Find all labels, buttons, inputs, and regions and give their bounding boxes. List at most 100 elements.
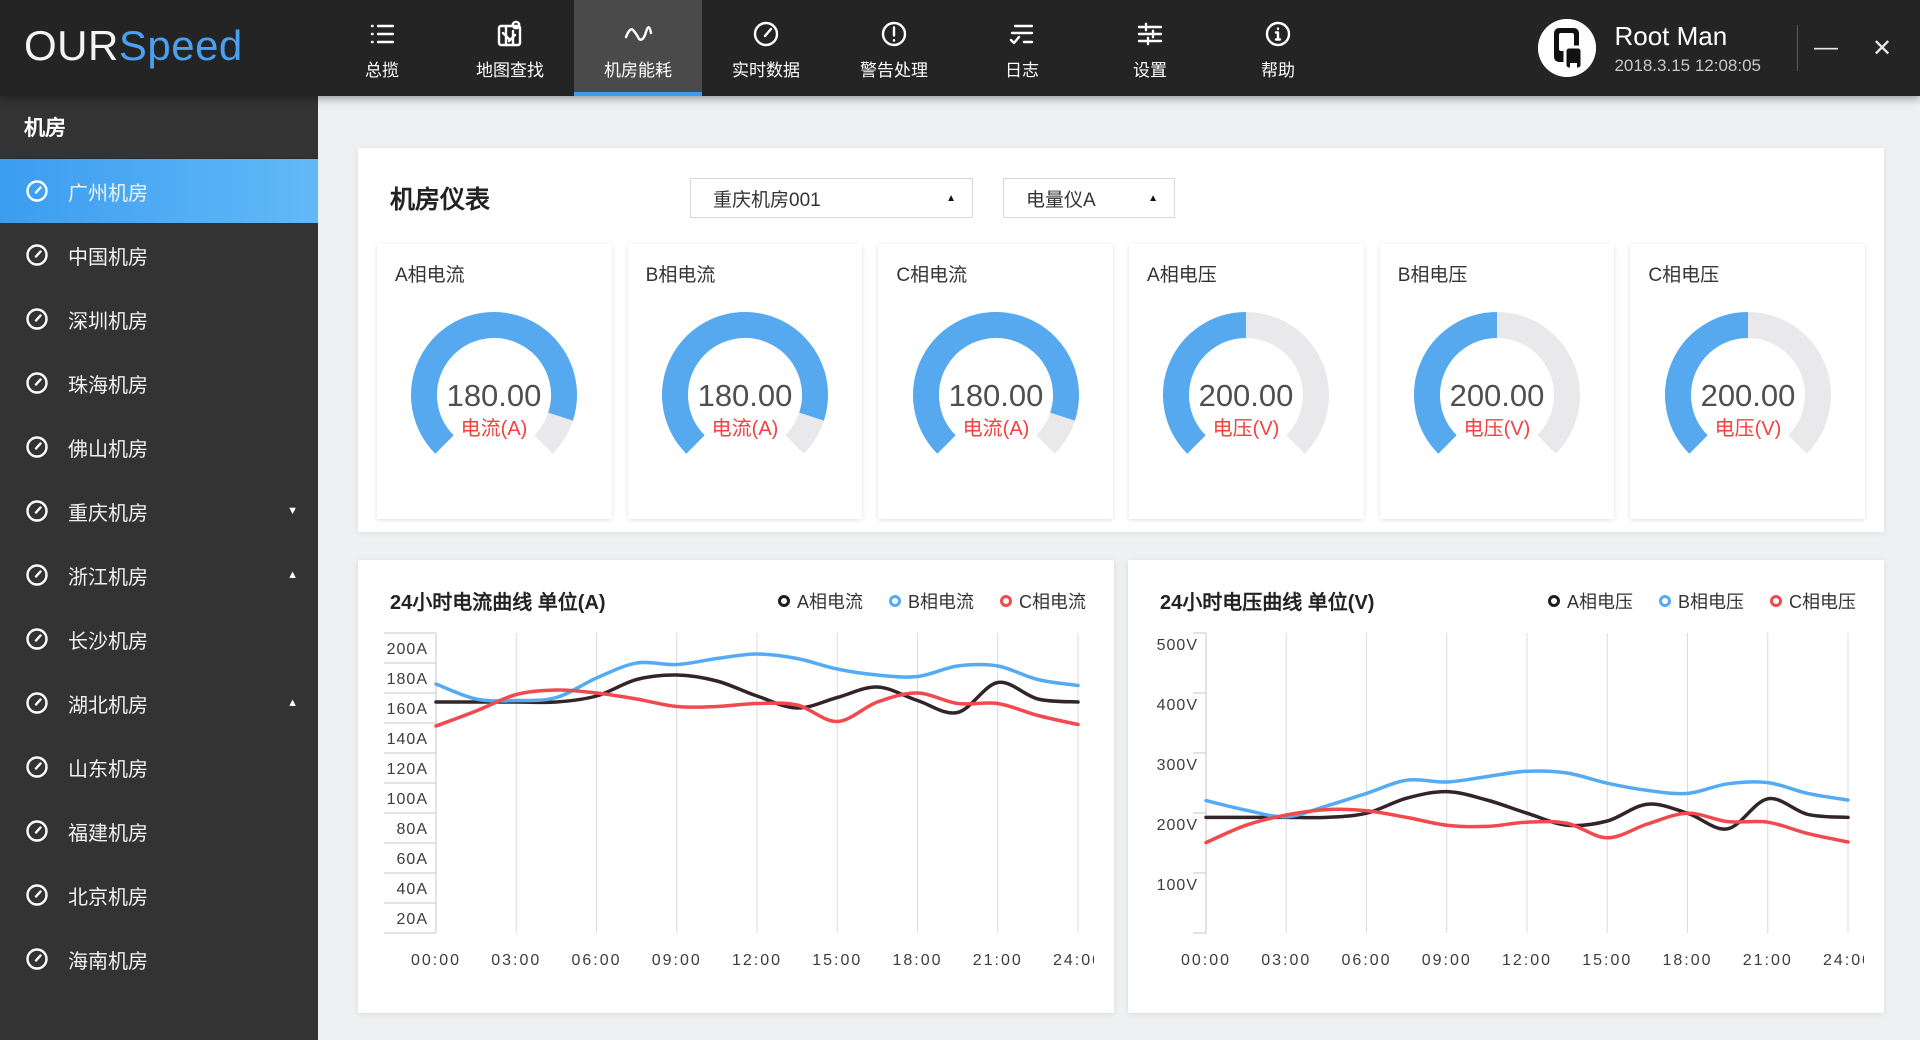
x-tick-label: 03:00 — [1261, 952, 1311, 969]
room-select-value: 重庆机房001 — [713, 189, 821, 211]
chevron-down-icon[interactable]: ▼ — [287, 505, 298, 517]
sidebar-item-2[interactable]: 深圳机房 — [0, 287, 318, 351]
gauge-card-0: A相电流 180.00 电流(A) — [377, 244, 612, 519]
room-gauge-icon — [24, 882, 50, 908]
sidebar-item-label: 佛山机房 — [68, 438, 148, 461]
x-tick-label: 00:00 — [1181, 952, 1231, 969]
help-icon — [1263, 19, 1293, 49]
x-tick-label: 06:00 — [1341, 952, 1391, 969]
x-tick-label: 00:00 — [411, 952, 461, 969]
list-icon — [367, 19, 397, 49]
nav-item-3[interactable]: 实时数据 — [702, 0, 830, 96]
nav-item-5[interactable]: 日志 — [958, 0, 1086, 96]
sidebar-item-11[interactable]: 北京机房 — [0, 863, 318, 927]
gauge-dial: 180.00 电流(A) — [662, 312, 828, 454]
nav-item-2[interactable]: 机房能耗 — [574, 0, 702, 96]
nav-item-4[interactable]: 警告处理 — [830, 0, 958, 96]
legend-label: A相电压 — [1566, 591, 1633, 612]
legend-label: B相电压 — [1677, 591, 1744, 612]
avatar-logo — [1538, 19, 1597, 77]
legend-ring-icon — [1658, 594, 1671, 607]
log-icon — [1007, 19, 1037, 49]
legend-label: A相电流 — [796, 591, 863, 612]
close-button[interactable]: ✕ — [1854, 34, 1910, 63]
gauge-title: B相电压 — [1397, 265, 1468, 286]
gauge-title: C相电压 — [1648, 265, 1720, 286]
sidebar-item-label: 中国机房 — [68, 246, 148, 269]
gauge-card-4: B相电压 200.00 电压(V) — [1379, 244, 1615, 519]
pulse-icon — [623, 19, 653, 49]
app-logo: OURSpeed — [24, 22, 243, 70]
x-tick-label: 03:00 — [491, 952, 541, 969]
charts-row: 24小时电流曲线 单位(A) A相电流 B相电流 C相电流 00:00 03:00 06… — [358, 560, 1884, 1013]
nav-item-1[interactable]: 地图查找 — [446, 0, 574, 96]
meters-panel-header: 机房仪表 重庆机房001 ▲ 电量仪A ▲ — [358, 148, 1884, 218]
sidebar-item-1[interactable]: 中国机房 — [0, 223, 318, 287]
sidebar-item-5[interactable]: 重庆机房 ▼ — [0, 479, 318, 543]
chevron-up-icon[interactable]: ▲ — [287, 697, 298, 709]
nav-item-6[interactable]: 设置 — [1086, 0, 1214, 96]
y-tick-label: 80A — [397, 821, 428, 838]
room-gauge-icon — [24, 434, 50, 460]
sidebar-item-label: 湖北机房 — [68, 694, 148, 717]
sidebar-item-6[interactable]: 浙江机房 ▲ — [0, 543, 318, 607]
y-tick-label: 20A — [397, 911, 428, 928]
gauge-unit: 电流(A) — [712, 417, 779, 440]
sidebar-item-12[interactable]: 海南机房 — [0, 927, 318, 991]
sidebar-item-9[interactable]: 山东机房 — [0, 735, 318, 799]
x-tick-label: 12:00 — [732, 952, 782, 969]
room-select[interactable]: 重庆机房001 ▲ — [690, 178, 974, 218]
room-gauge-icon — [24, 754, 50, 780]
sidebar-item-0[interactable]: 广州机房 — [0, 159, 318, 223]
gauge-value: 180.00 — [698, 378, 793, 413]
sidebar-item-label: 山东机房 — [68, 758, 148, 781]
settings-icon — [1135, 19, 1165, 49]
nav-item-0[interactable]: 总揽 — [318, 0, 446, 96]
sidebar-item-8[interactable]: 湖北机房 ▲ — [0, 671, 318, 735]
sidebar-item-label: 福建机房 — [68, 822, 148, 845]
nav-item-label: 地图查找 — [476, 61, 544, 80]
x-tick-label: 18:00 — [1662, 952, 1712, 969]
legend-item-A相电压[interactable]: A相电压 — [1547, 588, 1633, 614]
meter-select[interactable]: 电量仪A ▲ — [1003, 178, 1176, 218]
room-gauge-icon — [24, 818, 50, 844]
sidebar-item-label: 海南机房 — [68, 950, 148, 973]
meters-panel: 机房仪表 重庆机房001 ▲ 电量仪A ▲ A相电流 180.00 电流(A) … — [358, 148, 1884, 532]
sidebar-item-10[interactable]: 福建机房 — [0, 799, 318, 863]
sidebar: 机房 广州机房 中国机房 深圳机房 珠海机房 佛山机房 重庆机房 ▼ 浙江机房 ▲ 长沙机房 湖北机… — [0, 96, 318, 1040]
alert-icon — [879, 19, 909, 49]
gauge-unit: 电流(A) — [962, 417, 1029, 440]
sidebar-item-4[interactable]: 佛山机房 — [0, 415, 318, 479]
legend-item-C相电压[interactable]: C相电压 — [1770, 588, 1856, 614]
sidebar-item-3[interactable]: 珠海机房 — [0, 351, 318, 415]
meter-select-value: 电量仪A — [1026, 189, 1096, 211]
room-gauge-icon — [24, 178, 50, 204]
gauge-icon — [751, 19, 781, 49]
sidebar-items: 广州机房中国机房深圳机房珠海机房佛山机房重庆机房 ▼ 浙江机房 ▲ 长沙机房湖北机房 ▲ 山… — [0, 159, 318, 991]
caret-up-icon: ▲ — [1148, 192, 1159, 204]
chevron-up-icon[interactable]: ▲ — [287, 569, 298, 581]
gauge-value: 180.00 — [948, 378, 1043, 413]
legend-item-A相电流[interactable]: A相电流 — [777, 588, 863, 614]
y-tick-label: 140A — [387, 731, 428, 748]
gauge-title: C相电流 — [896, 265, 968, 286]
room-gauge-icon — [24, 946, 50, 972]
legend-item-C相电流[interactable]: C相电流 — [1000, 588, 1086, 614]
legend-item-B相电压[interactable]: B相电压 — [1658, 588, 1744, 614]
nav-item-7[interactable]: 帮助 — [1214, 0, 1342, 96]
legend-item-B相电流[interactable]: B相电流 — [888, 588, 974, 614]
x-tick-label: 09:00 — [1422, 952, 1472, 969]
sidebar-item-label: 浙江机房 — [68, 566, 148, 589]
gauge-unit: 电流(A) — [461, 417, 528, 440]
timestamp: 2018.3.15 12:08:05 — [1614, 55, 1761, 75]
room-gauge-icon — [24, 690, 50, 716]
avatar[interactable] — [1538, 19, 1597, 77]
sidebar-item-7[interactable]: 长沙机房 — [0, 607, 318, 671]
y-tick-label: 180A — [387, 671, 428, 688]
sidebar-item-label: 深圳机房 — [68, 310, 148, 333]
minimize-button[interactable]: — — [1798, 34, 1854, 62]
user-name: Root Man — [1614, 20, 1728, 51]
legend-ring-icon — [1000, 594, 1012, 607]
x-tick-label: 24:00 — [1053, 952, 1094, 969]
voltage-line-chart: 00:00 03:00 06:00 09:00 12:00 15:00 18:00 21:00… — [1157, 632, 1864, 969]
